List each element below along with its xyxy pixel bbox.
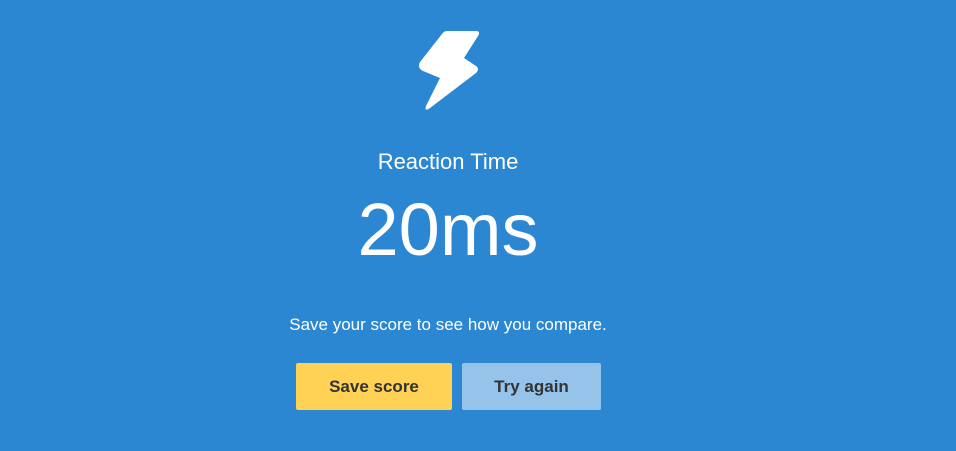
reaction-time-label: Reaction Time (377, 149, 519, 174)
reaction-time-score: 20ms (357, 188, 539, 271)
save-score-hint: Save your score to see how you compare. (289, 315, 607, 334)
result-screen: Reaction Time 20ms Save your score to se… (0, 0, 956, 451)
save-score-button[interactable]: Save score (296, 363, 452, 410)
try-again-button[interactable]: Try again (462, 363, 601, 410)
lightning-bolt-icon (419, 31, 480, 110)
